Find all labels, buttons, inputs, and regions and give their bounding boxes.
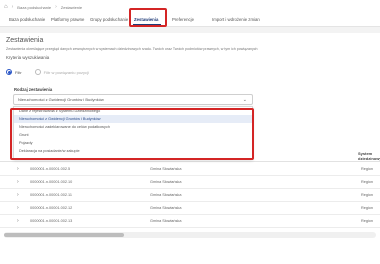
tab-grupy[interactable]: Grupy podsłuchanie xyxy=(90,14,128,24)
tab-bar: Baza podsłuchanie Platformy prawne Grupy… xyxy=(0,12,380,27)
tab-preferencje[interactable]: Preferencje xyxy=(172,14,194,24)
chevron-right-icon: › xyxy=(11,4,14,10)
breadcrumb-item[interactable]: Baza podsłuchanie xyxy=(17,5,51,10)
radio-filtr-powiazanie-label: Filtr w powiązaniu pozycji xyxy=(43,69,89,75)
tab-highlight-box xyxy=(129,8,167,27)
page-description: Zestawienia określające przegląd danych … xyxy=(6,47,258,51)
chevron-right-icon[interactable]: › xyxy=(17,192,19,198)
criteria-heading: Kryteria wyszukiwania xyxy=(6,55,50,60)
radio-filtr-label: Filtr xyxy=(15,69,22,75)
chevron-down-icon: ⌄ xyxy=(242,97,247,103)
breadcrumb: ⌂ › Baza podsłuchanie › Zestawienie xyxy=(4,3,82,11)
row-district: Gmina Słowiańska xyxy=(150,219,182,223)
tab-baza[interactable]: Baza podsłuchanie xyxy=(9,14,45,24)
radio-filtr[interactable] xyxy=(6,69,12,75)
breadcrumb-item-current: Zestawienie xyxy=(60,4,83,10)
row-district: Gmina Słowiańska xyxy=(150,180,182,184)
table-row[interactable]: › 0000001.n.00001.002.10 Gmina Słowiańsk… xyxy=(0,176,380,189)
row-region: Region xyxy=(361,167,374,171)
tab-import[interactable]: Import i wdrożenie zmian xyxy=(212,14,260,24)
row-code: 0000001.n.00001.002.5 xyxy=(30,167,71,171)
row-code: 0000001.n.00001.002.12 xyxy=(30,206,73,210)
chevron-right-icon[interactable]: › xyxy=(17,205,19,211)
filter-radio-group: Filtr Filtr w powiązaniu pozycji xyxy=(6,69,89,75)
home-icon[interactable]: ⌂ xyxy=(4,4,8,10)
radio-filtr-powiazanie[interactable] xyxy=(34,69,41,75)
row-code: 0000001.n.00001.002.11 xyxy=(30,193,72,197)
scrollbar-thumb[interactable] xyxy=(4,233,124,237)
row-region: Region xyxy=(361,206,374,210)
section-divider xyxy=(0,27,380,33)
chevron-right-icon: › xyxy=(55,4,57,10)
table-row[interactable]: › 0000001.n.00001.002.13 Gmina Słowiańsk… xyxy=(0,215,380,228)
chevron-right-icon[interactable]: › xyxy=(17,218,19,224)
select-value: Nieruchomości z Gwidencji Gruntów i Budy… xyxy=(18,97,104,102)
chevron-right-icon[interactable]: › xyxy=(17,166,19,172)
tab-platformy[interactable]: Platformy prawne xyxy=(51,14,84,24)
row-district: Gmina Słowiańska xyxy=(150,193,182,197)
horizontal-scrollbar[interactable] xyxy=(4,232,376,238)
chevron-right-icon[interactable]: › xyxy=(17,179,19,185)
row-region: Region xyxy=(361,219,374,223)
row-code: 0000001.n.00001.002.10 xyxy=(30,180,73,184)
row-region: Region xyxy=(361,180,374,184)
dropdown-highlight-box xyxy=(10,108,254,160)
row-district: Gmina Słowiańska xyxy=(150,206,182,210)
column-header-system[interactable]: System dziedzinowy xyxy=(358,151,380,161)
row-district: Gmina Słowiańska xyxy=(150,167,182,171)
table-row[interactable]: › 0000001.n.00001.002.11 Gmina Słowiańsk… xyxy=(0,189,380,202)
table-row[interactable]: › 0000001.n.00001.002.12 Gmina Słowiańsk… xyxy=(0,202,380,215)
row-region: Region xyxy=(361,193,374,197)
table-row[interactable]: › 0000001.n.00001.002.5 Gmina Słowiańska… xyxy=(0,163,380,176)
rodzaj-zestawienia-select[interactable]: Nieruchomości z Gwidencji Gruntów i Budy… xyxy=(13,94,253,105)
page-title: Zestawienia xyxy=(6,37,44,44)
row-code: 0000001.n.00001.002.13 xyxy=(30,219,73,223)
rodzaj-zestawienia-label: Rodzaj zestawienia xyxy=(14,87,53,92)
